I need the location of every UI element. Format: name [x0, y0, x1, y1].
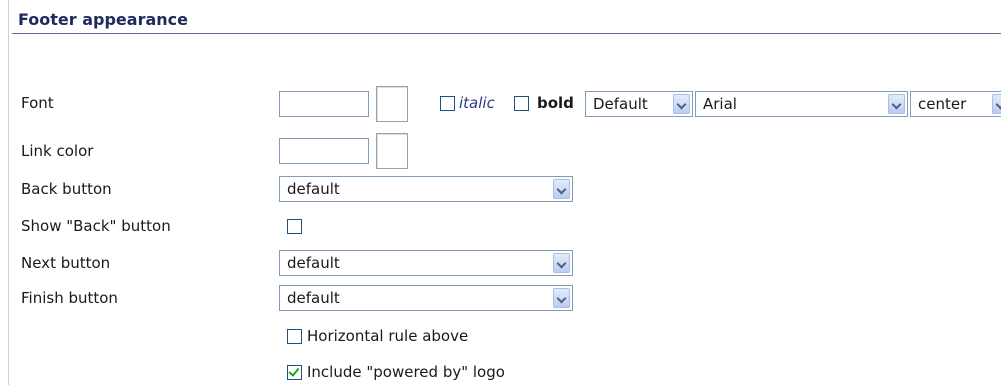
link-color-input[interactable] — [279, 138, 369, 164]
font-color-swatch[interactable] — [376, 86, 408, 122]
font-size-select[interactable]: Default — [585, 91, 693, 117]
font-align-value: center — [918, 95, 967, 113]
back-button-select[interactable]: default — [279, 176, 573, 202]
font-align-select[interactable]: center — [910, 91, 1001, 117]
link-color-swatch[interactable] — [376, 133, 408, 169]
show-back-checkbox[interactable] — [287, 219, 302, 234]
next-button-value: default — [287, 254, 340, 272]
next-button-select[interactable]: default — [279, 250, 573, 276]
chevron-down-icon — [992, 94, 1001, 114]
horizontal-rule-label: Horizontal rule above — [307, 327, 469, 345]
horizontal-rule-checkbox[interactable] — [287, 329, 302, 344]
back-button-label: Back button — [21, 180, 112, 198]
next-button-label: Next button — [21, 254, 111, 272]
section-divider — [12, 33, 1001, 34]
finish-button-value: default — [287, 289, 340, 307]
font-family-select[interactable]: Arial — [695, 91, 908, 117]
font-color-input[interactable] — [279, 91, 369, 117]
chevron-down-icon — [553, 253, 570, 273]
font-label: Font — [21, 94, 54, 112]
powered-by-checkbox[interactable] — [287, 365, 302, 380]
chevron-down-icon — [673, 94, 690, 114]
italic-label: italic — [459, 94, 495, 112]
chevron-down-icon — [553, 179, 570, 199]
bold-checkbox[interactable] — [514, 96, 529, 111]
powered-by-label: Include "powered by" logo — [307, 363, 505, 381]
finish-button-label: Finish button — [21, 289, 118, 307]
font-size-value: Default — [593, 95, 648, 113]
chevron-down-icon — [888, 94, 905, 114]
italic-checkbox[interactable] — [440, 96, 455, 111]
chevron-down-icon — [553, 288, 570, 308]
bold-label: bold — [537, 94, 574, 112]
link-color-label: Link color — [21, 142, 94, 160]
show-back-label: Show "Back" button — [21, 217, 171, 235]
section-title: Footer appearance — [18, 10, 188, 29]
finish-button-select[interactable]: default — [279, 285, 573, 311]
back-button-value: default — [287, 180, 340, 198]
font-family-value: Arial — [703, 95, 737, 113]
